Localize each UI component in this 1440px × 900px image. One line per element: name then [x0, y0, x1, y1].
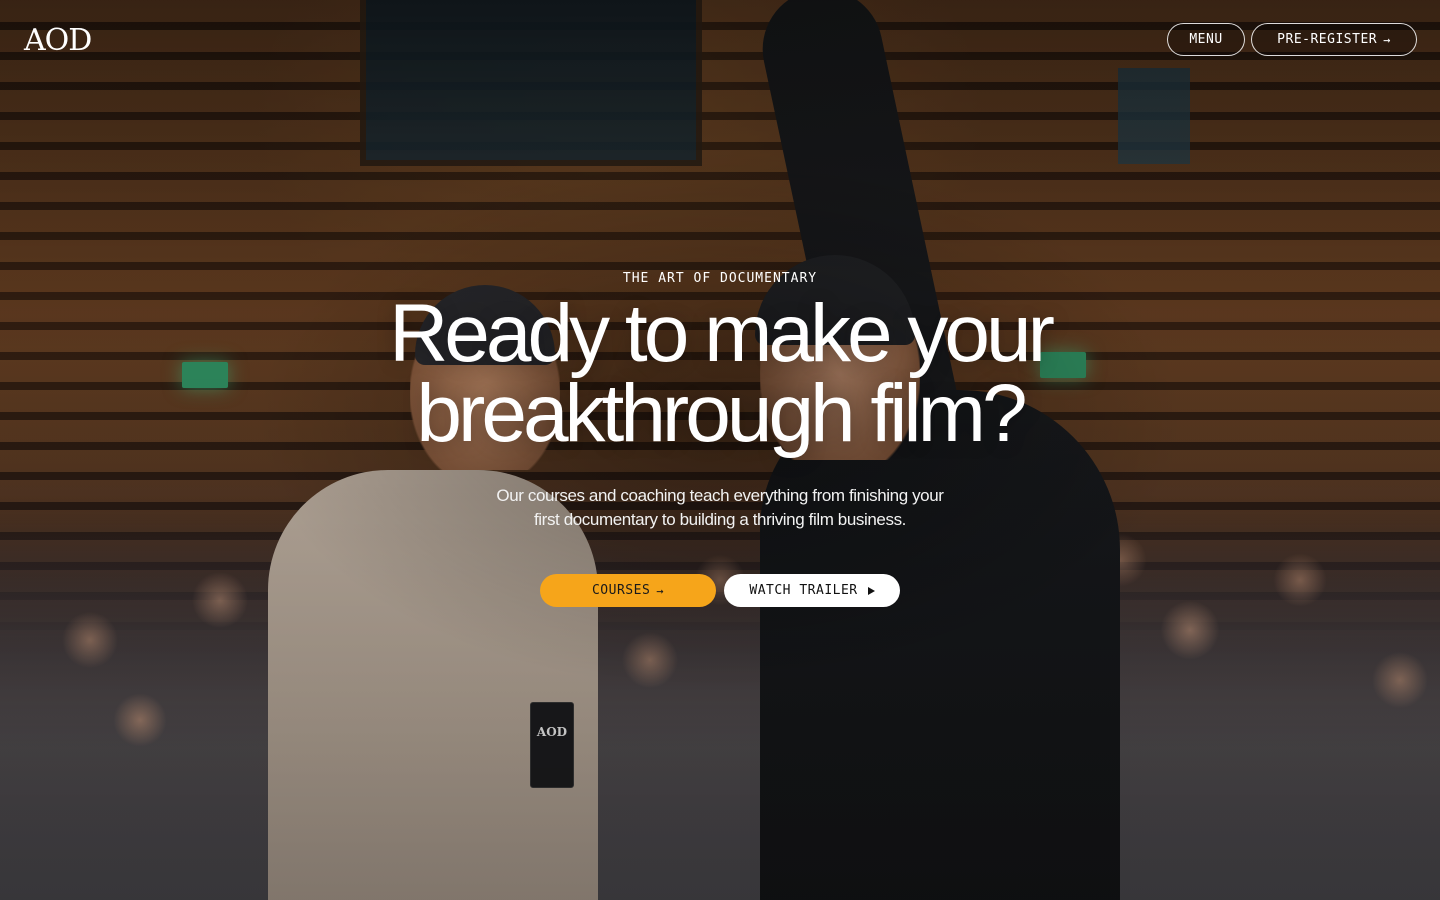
courses-button[interactable]: COURSES →: [540, 574, 716, 607]
play-icon: [867, 586, 875, 595]
hero-section: AOD MENU PRE-REGISTER → THE ART OF DOCUM…: [0, 0, 1440, 900]
hero-headline: Ready to make your breakthrough film?: [389, 288, 1055, 459]
courses-button-label: COURSES: [591, 583, 651, 598]
menu-button-label: MENU: [1189, 32, 1223, 47]
pre-register-label: PRE-REGISTER: [1277, 32, 1378, 47]
watch-trailer-button[interactable]: WATCH TRAILER: [724, 574, 900, 607]
pre-register-button[interactable]: PRE-REGISTER →: [1251, 23, 1417, 56]
hero-subtitle: Our courses and coaching teach everythin…: [496, 486, 944, 529]
site-logo[interactable]: AOD: [24, 26, 92, 56]
hero-cta-group: COURSES → WATCH TRAILER: [0, 574, 1440, 607]
menu-button[interactable]: MENU: [1167, 23, 1245, 56]
hero-eyebrow: THE ART OF DOCUMENTARY: [622, 271, 818, 286]
top-nav: MENU PRE-REGISTER →: [1167, 23, 1417, 56]
hero-content: THE ART OF DOCUMENTARY Ready to make you…: [0, 270, 1440, 607]
watch-trailer-label: WATCH TRAILER: [749, 583, 858, 598]
arrow-right-icon: →: [656, 583, 665, 598]
arrow-right-icon: →: [1383, 32, 1391, 47]
